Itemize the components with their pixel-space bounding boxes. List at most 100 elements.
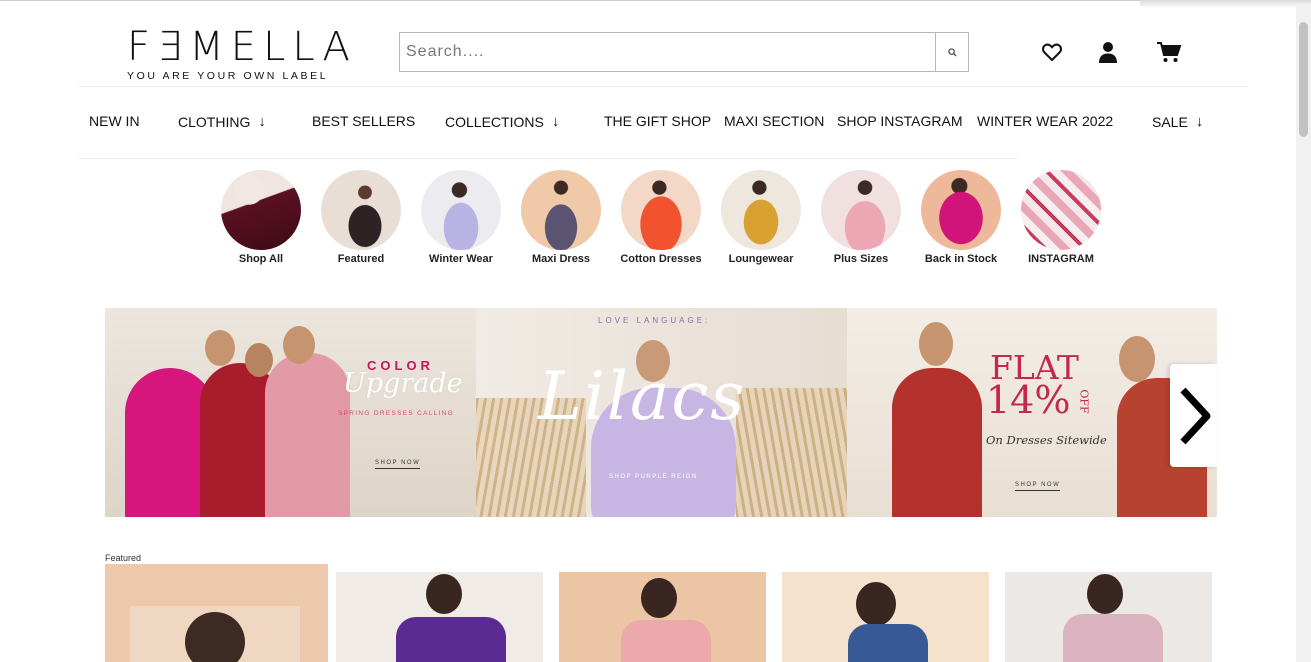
nav-label: WINTER WEAR 2022 — [977, 113, 1114, 129]
category-image — [721, 170, 801, 250]
product-card[interactable] — [559, 572, 766, 662]
nav-label: BEST SELLERS — [312, 113, 416, 129]
category-image — [621, 170, 701, 250]
category-maxi-dress[interactable]: Maxi Dress — [516, 170, 606, 265]
brand-tagline: YOU ARE YOUR OWN LABEL — [127, 70, 329, 82]
chevron-right-icon — [1179, 387, 1210, 444]
category-image — [421, 170, 501, 250]
category-featured[interactable]: Featured — [316, 170, 406, 265]
category-loungewear[interactable]: Loungewear — [716, 170, 806, 265]
hero-carousel: COLOR Upgrade SPRING DRESSES CALLING SHO… — [105, 308, 1217, 517]
banner-cta[interactable]: SHOP NOW — [375, 460, 421, 469]
nav-divider — [78, 158, 1018, 159]
arrow-down-icon: ↓ — [258, 113, 266, 130]
nav-collections[interactable]: COLLECTIONS ↓ — [445, 113, 559, 130]
carousel-next-button[interactable] — [1170, 364, 1217, 467]
nav-best-sellers[interactable]: BEST SELLERS — [312, 113, 415, 129]
model-head — [283, 326, 315, 364]
banner-slide-lilacs[interactable]: LOVE LANGUAGE: Lilacs SHOP PURPLE REIGN — [476, 308, 847, 517]
model-head — [641, 578, 677, 618]
product-image — [848, 624, 928, 662]
product-card[interactable] — [336, 572, 543, 662]
search-input[interactable] — [400, 33, 935, 71]
nav-gift-shop[interactable]: THE GIFT SHOP — [604, 113, 711, 129]
category-image — [321, 170, 401, 250]
banner-cta[interactable]: SHOP PURPLE REIGN — [609, 474, 698, 480]
browser-top-edge — [0, 0, 1311, 5]
nav-clothing[interactable]: CLOTHING ↓ — [178, 113, 266, 130]
banner-slide-color-upgrade[interactable]: COLOR Upgrade SPRING DRESSES CALLING SHO… — [105, 308, 476, 517]
category-image — [921, 170, 1001, 250]
wishlist-button[interactable] — [1040, 40, 1064, 64]
product-card[interactable] — [105, 564, 328, 662]
nav-label: THE GIFT SHOP — [604, 113, 712, 129]
category-label: Loungewear — [728, 253, 794, 265]
model-head — [1087, 574, 1123, 614]
nav-label: CLOTHING — [178, 113, 251, 130]
category-image — [821, 170, 901, 250]
nav-label: SALE — [1152, 113, 1188, 130]
nav-new-in[interactable]: NEW IN — [89, 113, 140, 129]
category-label: Plus Sizes — [833, 253, 889, 265]
model-head — [1119, 336, 1155, 382]
account-button[interactable] — [1096, 40, 1120, 64]
nav-label: NEW IN — [89, 113, 140, 129]
category-plus-sizes[interactable]: Plus Sizes — [816, 170, 906, 265]
nav-sale[interactable]: SALE ↓ — [1152, 113, 1203, 130]
category-instagram[interactable]: INSTAGRAM — [1016, 170, 1106, 265]
model-figure — [265, 353, 350, 517]
product-image — [1063, 614, 1163, 662]
banner-script: Lilacs — [538, 358, 747, 435]
scrollbar-thumb[interactable] — [1299, 22, 1308, 137]
page-scrollbar[interactable] — [1296, 6, 1311, 662]
arrow-down-icon: ↓ — [551, 113, 560, 130]
product-card[interactable] — [1005, 572, 1212, 662]
category-label: Maxi Dress — [531, 253, 591, 265]
category-label: Cotton Dresses — [620, 253, 702, 265]
banner-kicker: LOVE LANGUAGE: — [598, 316, 711, 325]
featured-section-title: Featured — [105, 553, 142, 563]
banner-percent: 14% OFF — [986, 378, 1099, 422]
category-cotton-dresses[interactable]: Cotton Dresses — [616, 170, 706, 265]
banner-off: OFF — [1077, 389, 1091, 414]
category-winter-wear[interactable]: Winter Wear — [416, 170, 506, 265]
browser-shadow — [1140, 0, 1311, 8]
cart-button[interactable] — [1156, 40, 1182, 64]
banner-subtitle: SPRING DRESSES CALLING — [338, 410, 455, 417]
category-image — [221, 170, 301, 250]
brand-logo[interactable]: FƎMELLA YOU ARE YOUR OWN LABEL — [127, 24, 357, 82]
pampas-grass — [736, 388, 847, 517]
model-figure — [892, 368, 982, 517]
nav-maxi-section[interactable]: MAXI SECTION — [724, 113, 824, 129]
product-image — [396, 617, 506, 662]
banner-script: Upgrade — [343, 368, 463, 399]
category-back-in-stock[interactable]: Back in Stock — [916, 170, 1006, 265]
banner-percent-value: 14% — [986, 378, 1071, 422]
model-head — [856, 582, 896, 626]
model-head — [245, 343, 273, 377]
brand-name: FƎMELLA — [127, 24, 357, 70]
arrow-down-icon: ↓ — [1195, 113, 1204, 130]
heart-icon — [1042, 43, 1062, 62]
category-shop-all[interactable]: Shop All — [216, 170, 306, 265]
product-card[interactable] — [782, 572, 989, 662]
model-head — [919, 322, 953, 366]
nav-label: SHOP INSTAGRAM — [837, 113, 963, 129]
nav-shop-instagram[interactable]: SHOP INSTAGRAM — [837, 113, 963, 129]
banner-subtitle: On Dresses Sitewide — [986, 433, 1107, 447]
banner-cta[interactable]: SHOP NOW — [1015, 482, 1061, 491]
user-icon — [1099, 42, 1117, 63]
product-image — [621, 620, 711, 662]
nav-label: MAXI SECTION — [724, 113, 825, 129]
header-divider — [78, 86, 1248, 87]
nav-label: COLLECTIONS — [445, 113, 544, 130]
search-button[interactable] — [935, 33, 968, 71]
nav-winter-wear[interactable]: WINTER WEAR 2022 — [977, 113, 1113, 129]
category-label: Back in Stock — [924, 253, 998, 265]
category-label: Winter Wear — [429, 253, 493, 265]
search-icon — [947, 47, 957, 57]
category-label: INSTAGRAM — [1028, 253, 1094, 265]
model-head — [205, 330, 235, 366]
category-label: Shop All — [238, 253, 284, 265]
banner-slide-flat-off[interactable]: FLAT 14% OFF On Dresses Sitewide SHOP NO… — [847, 308, 1217, 517]
